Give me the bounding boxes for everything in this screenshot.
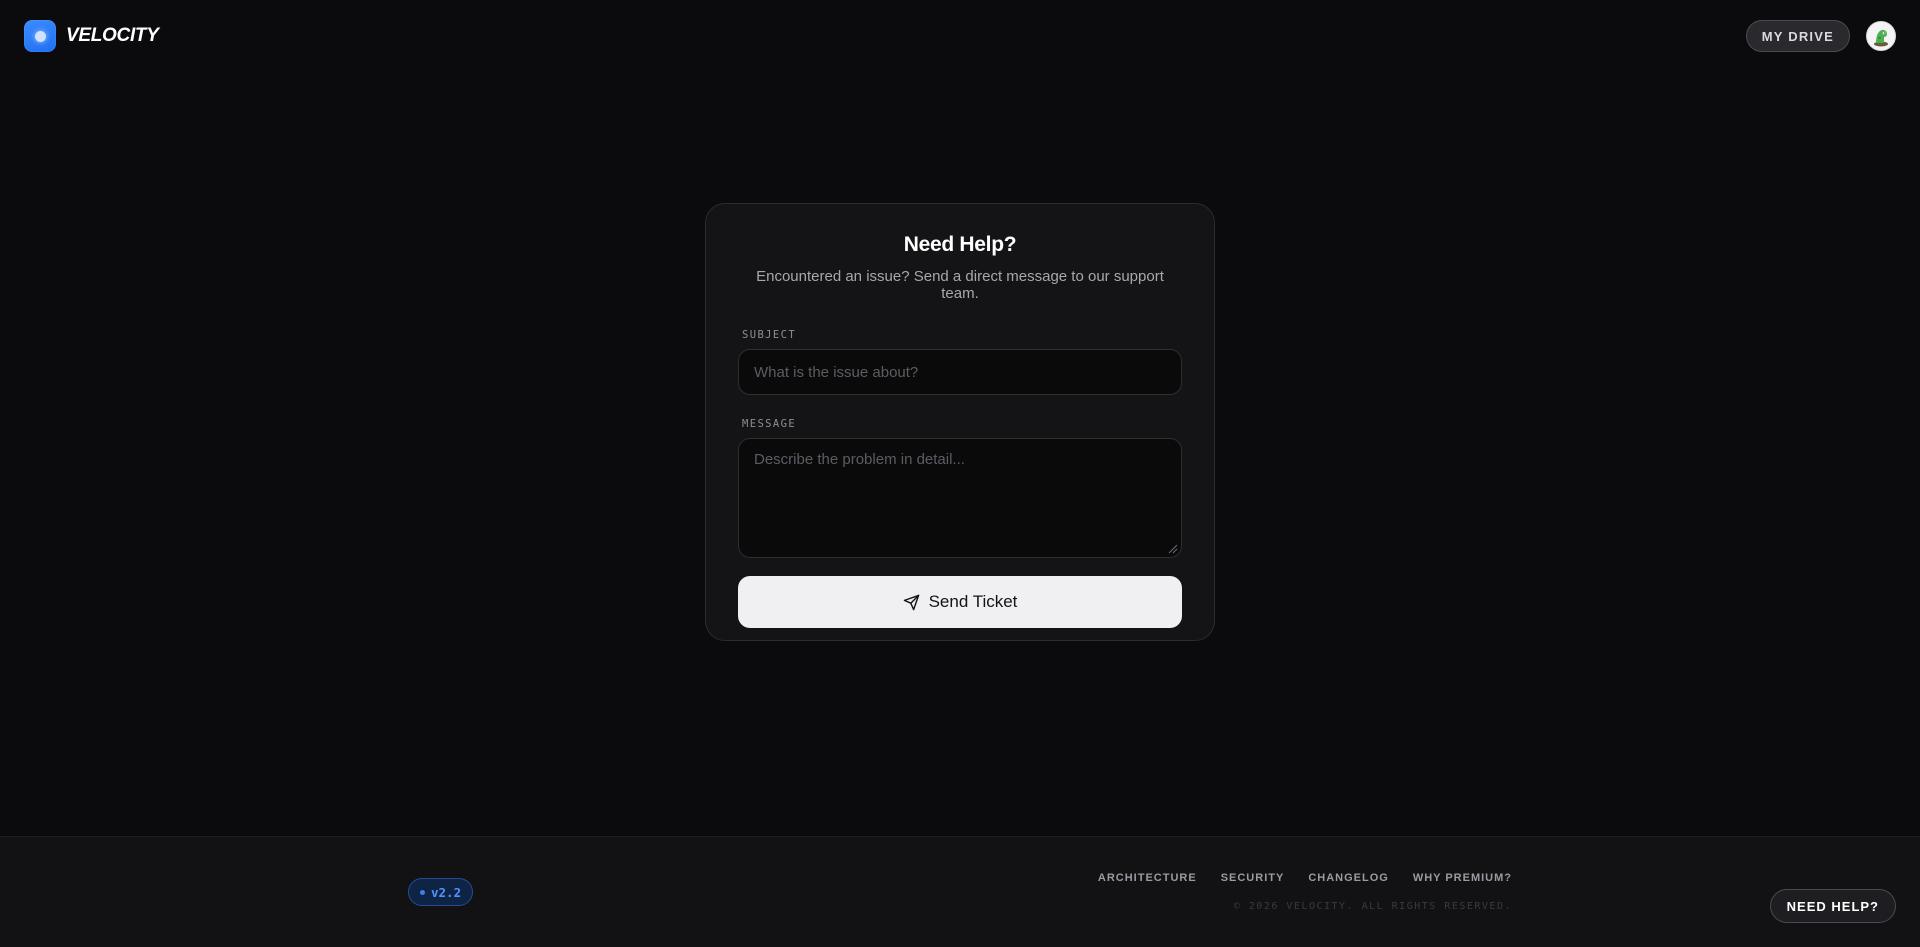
send-ticket-button[interactable]: Send Ticket xyxy=(738,576,1182,628)
footer-link-why-premium[interactable]: WHY PREMIUM? xyxy=(1413,872,1512,884)
footer-link-security[interactable]: SECURITY xyxy=(1221,872,1285,884)
resize-handle-icon[interactable] xyxy=(1166,542,1178,554)
top-bar: VELOCITY MY DRIVE xyxy=(0,0,1920,72)
logo-icon xyxy=(24,20,56,52)
card-title: Need Help? xyxy=(903,233,1017,256)
user-avatar[interactable] xyxy=(1866,21,1896,51)
message-placeholder: Describe the problem in detail... xyxy=(754,451,965,468)
copyright: © 2026 VELOCITY. ALL RIGHTS RESERVED. xyxy=(1233,901,1512,912)
brand[interactable]: VELOCITY xyxy=(24,20,159,52)
avatar-dino-icon xyxy=(1874,29,1888,47)
footer-link-changelog[interactable]: CHANGELOG xyxy=(1308,872,1389,884)
logo-dot xyxy=(34,30,46,42)
page: VELOCITY MY DRIVE Need Help? Encountered… xyxy=(0,0,1920,947)
card-subtitle: Encountered an issue? Send a direct mess… xyxy=(756,268,1164,302)
send-icon xyxy=(903,594,919,610)
message-label: MESSAGE xyxy=(742,418,797,430)
version-label: v2.2 xyxy=(431,884,462,900)
subject-input[interactable]: What is the issue about? xyxy=(738,349,1182,395)
footer-link-architecture[interactable]: ARCHITECTURE xyxy=(1098,872,1197,884)
message-textarea[interactable]: Describe the problem in detail... xyxy=(738,438,1182,558)
support-card: Need Help? Encountered an issue? Send a … xyxy=(705,203,1215,641)
version-dot xyxy=(420,889,425,895)
need-help-button[interactable]: NEED HELP? xyxy=(1769,889,1896,923)
footer: v2.2 ARCHITECTURE SECURITY CHANGELOG WHY… xyxy=(0,836,1920,947)
subject-label: SUBJECT xyxy=(742,329,797,341)
header-actions: MY DRIVE xyxy=(1745,20,1896,52)
brand-name: VELOCITY xyxy=(66,25,159,46)
send-ticket-label: Send Ticket xyxy=(928,592,1018,611)
footer-links: ARCHITECTURE SECURITY CHANGELOG WHY PREM… xyxy=(1098,872,1512,884)
version-badge: v2.2 xyxy=(408,878,474,906)
my-drive-button[interactable]: MY DRIVE xyxy=(1745,20,1850,52)
